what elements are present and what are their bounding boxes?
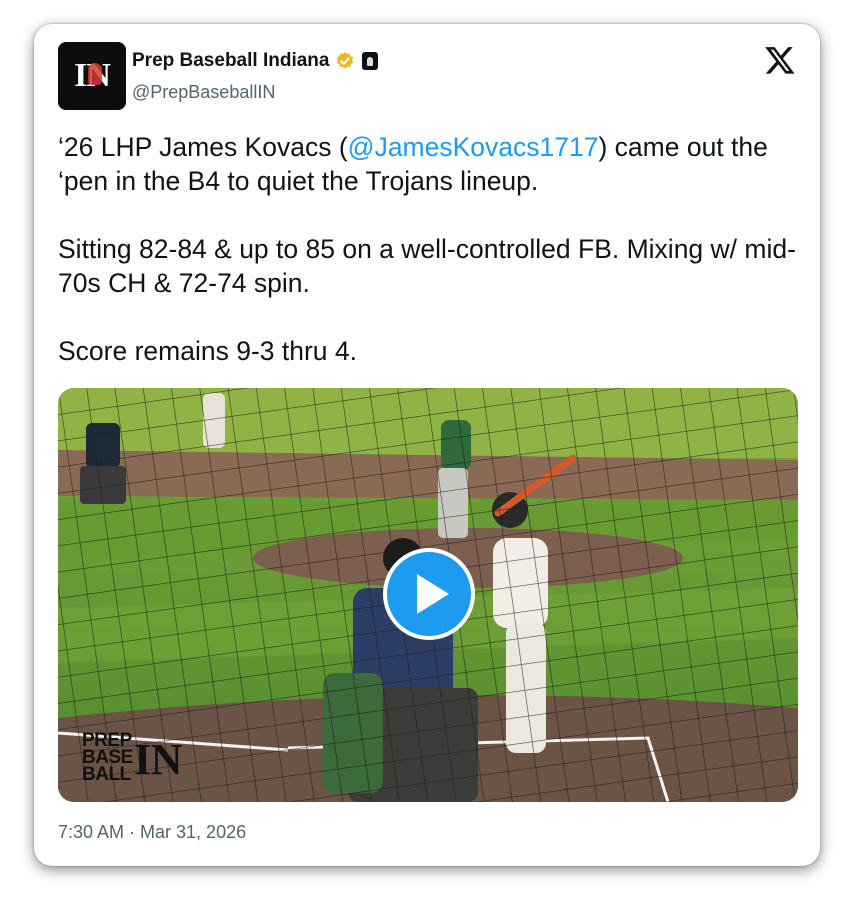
tweet-paragraph-1: ‘26 LHP James Kovacs (@JamesKovacs1717) … [58, 130, 798, 198]
play-button[interactable] [383, 548, 475, 640]
mention-link[interactable]: @JamesKovacs1717 [348, 132, 599, 162]
affiliate-badge-icon[interactable] [362, 52, 379, 70]
avatar[interactable]: IN [58, 42, 126, 110]
tweet-card: IN Prep Baseball Indiana @PrepBaseballIN… [34, 24, 820, 866]
verified-badge-icon [337, 52, 354, 69]
tweet-body: ‘26 LHP James Kovacs (@JamesKovacs1717) … [58, 130, 798, 368]
tweet-paragraph-2: Sitting 82-84 & up to 85 on a well-contr… [58, 234, 796, 298]
author-name[interactable]: Prep Baseball Indiana [132, 50, 329, 72]
author-row: Prep Baseball Indiana [132, 50, 379, 72]
watermark-logo: IN [134, 735, 182, 784]
tweet-text-segment: ‘26 LHP James Kovacs ( [58, 132, 348, 162]
video-watermark: PREP BASE BALL IN [82, 731, 182, 785]
x-logo-icon[interactable] [764, 44, 796, 76]
tweet-paragraph-3: Score remains 9-3 thru 4. [58, 336, 357, 366]
tweet-timestamp[interactable]: 7:30 AM · Mar 31, 2026 [58, 822, 246, 843]
play-icon [417, 574, 449, 614]
video-player[interactable]: PREP BASE BALL IN [58, 388, 798, 802]
author-handle[interactable]: @PrepBaseballIN [132, 82, 275, 103]
watermark-text: BALL [82, 764, 131, 785]
